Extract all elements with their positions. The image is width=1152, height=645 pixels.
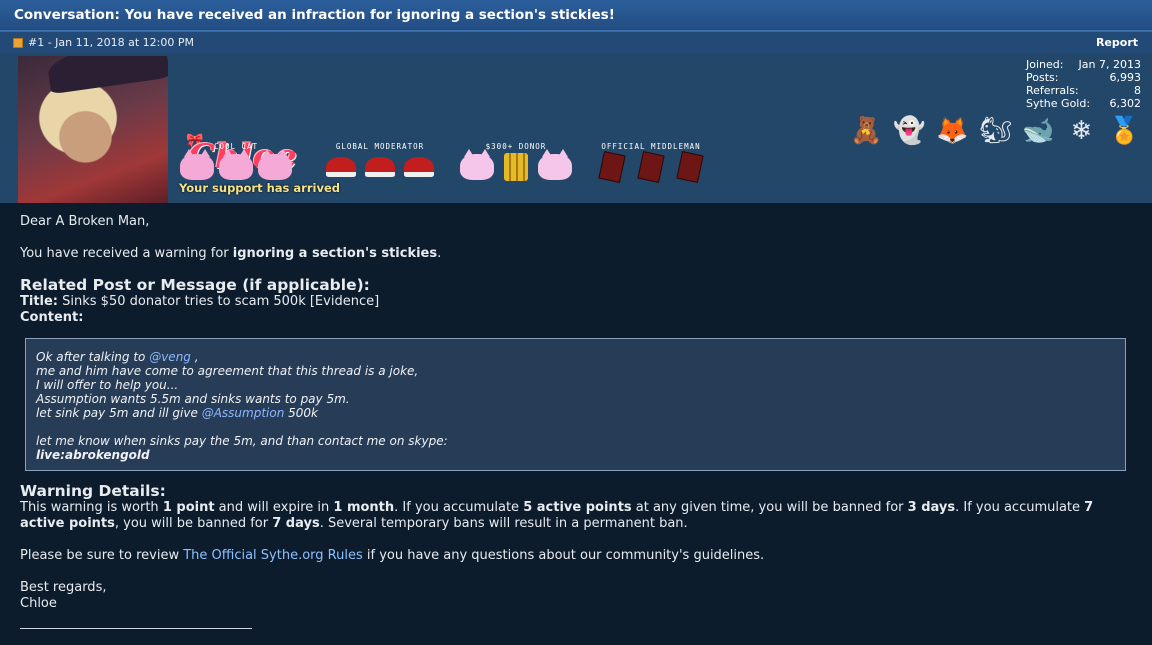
post-header: #1 - Jan 11, 2018 at 12:00 PM Report xyxy=(0,31,1152,53)
user-stats: Joined: Jan 7, 2013 Posts: 6,993 Referrals… xyxy=(1026,58,1141,110)
stat-posts: Posts: 6,993 xyxy=(1026,71,1141,84)
warning-line: You have received a warning for ignoring… xyxy=(20,246,442,261)
related-content-label: Content: xyxy=(20,310,84,325)
pet-row: 🧸 👻 🦊 🐿 🐋 ❄ 🏅 xyxy=(848,113,1143,149)
greeting: Dear A Broken Man, xyxy=(20,214,150,229)
gold-coins-icon xyxy=(498,152,534,182)
user-banner: 🎀 Chloe Your support has arrived COOL CA… xyxy=(0,53,1152,203)
details-heading: Warning Details: xyxy=(20,482,166,500)
ghost-icon: 👻 xyxy=(893,116,926,146)
stat-sythe-gold: Sythe Gold: 6,302 xyxy=(1026,97,1141,110)
badge-cool-cat: COOL CAT xyxy=(179,142,293,182)
badge-label: OFFICIAL MIDDLEMAN xyxy=(601,142,701,151)
conversation-title: Conversation: You have received an infra… xyxy=(0,0,1152,31)
quoted-content: Ok after talking to @veng , me and him h… xyxy=(25,338,1126,471)
cat-icon xyxy=(459,149,495,182)
mention-link[interactable]: @veng xyxy=(149,350,191,364)
badge-donor: $300+ DONOR xyxy=(459,142,573,182)
badge-label: GLOBAL MODERATOR xyxy=(335,142,425,151)
rules-link[interactable]: The Official Sythe.org Rules xyxy=(183,548,363,563)
post-icon xyxy=(13,38,23,48)
stat-joined: Joined: Jan 7, 2013 xyxy=(1026,58,1141,71)
cat-icon xyxy=(218,149,254,182)
user-title: Your support has arrived xyxy=(179,181,340,195)
mention-link[interactable]: @Assumption xyxy=(202,406,285,420)
post-meta: #1 - Jan 11, 2018 at 12:00 PM xyxy=(28,36,194,49)
medal-icon: 🏅 xyxy=(1108,116,1141,146)
santa-hat-icon xyxy=(362,152,398,182)
related-title: Title: Sinks $50 donator tries to scam 5… xyxy=(20,294,380,309)
badge-label: $300+ DONOR xyxy=(485,142,547,151)
related-heading: Related Post or Message (if applicable): xyxy=(20,276,370,294)
signature-name: Chloe xyxy=(20,596,57,611)
stat-referrals: Referrals: 8 xyxy=(1026,84,1141,97)
cat-icon xyxy=(257,149,293,182)
badge-label: COOL CAT xyxy=(213,142,259,151)
book-icon xyxy=(594,151,630,183)
warning-details: Warning Details: This warning is worth 1… xyxy=(20,482,1132,612)
book-icon xyxy=(672,151,708,183)
snowflake-icon: ❄ xyxy=(1070,116,1093,146)
badge-official-middleman: OFFICIAL MIDDLEMAN xyxy=(594,142,708,183)
fox-icon: 🦊 xyxy=(936,116,969,146)
signature-divider xyxy=(20,628,252,629)
badge-global-moderator: GLOBAL MODERATOR xyxy=(323,142,437,182)
squirrel-icon: 🐿 xyxy=(978,116,1012,146)
closing: Best regards, xyxy=(20,580,107,595)
santa-hat-icon xyxy=(401,152,437,182)
book-icon xyxy=(633,151,669,183)
report-link[interactable]: Report xyxy=(1096,32,1138,54)
avatar[interactable] xyxy=(18,56,168,203)
message-body: Dear A Broken Man, You have received a w… xyxy=(20,214,1132,326)
whale-icon: 🐋 xyxy=(1022,116,1055,146)
bear-icon: 🧸 xyxy=(850,116,883,146)
santa-hat-icon xyxy=(323,152,359,182)
cat-icon xyxy=(179,149,215,182)
details-text: This warning is worth 1 point and will e… xyxy=(20,500,1094,531)
review-line: Please be sure to review The Official Sy… xyxy=(20,548,765,563)
cat-icon xyxy=(537,149,573,182)
